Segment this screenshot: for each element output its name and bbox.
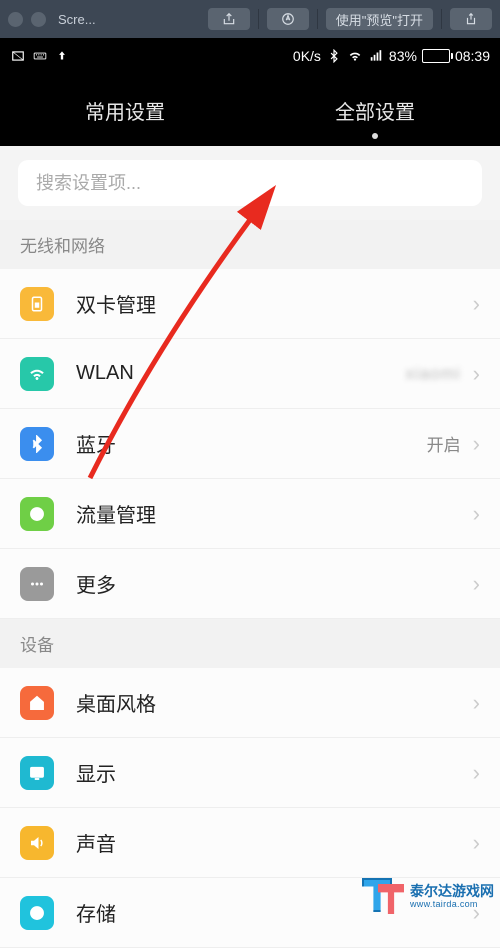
markup-button[interactable] xyxy=(267,8,309,30)
settings-item-wlan[interactable]: WLAN xiaomi › xyxy=(0,339,500,409)
mac-toolbar: Scre... 使用"预览"打开 xyxy=(0,0,500,38)
phone-screen: 0K/s 83% 08:39 常用设置 全部设置 无线和网络 双卡管理 › WL… xyxy=(0,38,500,928)
toolbar-divider xyxy=(441,9,442,29)
settings-item-display[interactable]: 显示 › xyxy=(0,738,500,808)
chevron-right-icon: › xyxy=(473,760,480,786)
toolbar-divider xyxy=(258,9,259,29)
display-icon xyxy=(20,756,54,790)
home-icon xyxy=(20,686,54,720)
upload-icon xyxy=(54,49,70,63)
battery-icon xyxy=(422,49,450,63)
item-label: WLAN xyxy=(76,362,406,385)
wifi-icon xyxy=(20,357,54,391)
android-status-bar: 0K/s 83% 08:39 xyxy=(0,38,500,74)
section-header-wireless: 无线和网络 xyxy=(0,220,500,269)
settings-item-data-usage[interactable]: 流量管理 › xyxy=(0,479,500,549)
data-icon xyxy=(20,497,54,531)
bluetooth-icon xyxy=(20,427,54,461)
settings-item-sound[interactable]: 声音 › xyxy=(0,808,500,878)
item-label: 蓝牙 xyxy=(76,429,427,458)
section-header-device: 设备 xyxy=(0,619,500,668)
bluetooth-status-icon xyxy=(326,49,342,63)
watermark: 泰尔达游戏网 www.tairda.com xyxy=(362,878,494,916)
watermark-logo-icon xyxy=(362,878,406,916)
watermark-cn: 泰尔达游戏网 xyxy=(410,884,494,899)
wifi-status-icon xyxy=(347,49,363,63)
window-title: Scre... xyxy=(58,12,200,27)
export-button[interactable] xyxy=(450,8,492,30)
chevron-right-icon: › xyxy=(473,571,480,597)
item-label: 更多 xyxy=(76,569,473,598)
keyboard-icon xyxy=(32,49,48,63)
chevron-right-icon: › xyxy=(473,291,480,317)
item-label: 声音 xyxy=(76,828,473,857)
share-button[interactable] xyxy=(208,8,250,30)
open-preview-button[interactable]: 使用"预览"打开 xyxy=(326,8,433,30)
item-label: 桌面风格 xyxy=(76,688,473,717)
sound-icon xyxy=(20,826,54,860)
sim-icon xyxy=(20,287,54,321)
item-value: 开启 xyxy=(427,431,461,456)
more-icon xyxy=(20,567,54,601)
chevron-right-icon: › xyxy=(473,361,480,387)
settings-item-more[interactable]: 更多 › xyxy=(0,549,500,619)
close-window-icon[interactable] xyxy=(8,12,23,27)
settings-header: 常用设置 全部设置 xyxy=(0,74,500,146)
settings-item-bluetooth[interactable]: 蓝牙 开启 › xyxy=(0,409,500,479)
chevron-right-icon: › xyxy=(473,431,480,457)
watermark-en: www.tairda.com xyxy=(410,900,494,910)
chevron-right-icon: › xyxy=(473,501,480,527)
signal-icon xyxy=(368,49,384,63)
network-speed: 0K/s xyxy=(293,48,321,64)
status-time: 08:39 xyxy=(455,48,490,64)
storage-icon xyxy=(20,896,54,930)
item-label: 显示 xyxy=(76,758,473,787)
screenshot-icon xyxy=(10,49,26,63)
search-input[interactable] xyxy=(18,160,482,206)
toolbar-divider xyxy=(317,9,318,29)
search-container xyxy=(0,146,500,220)
item-label: 双卡管理 xyxy=(76,289,473,318)
item-label: 流量管理 xyxy=(76,499,473,528)
battery-percent: 83% xyxy=(389,48,417,64)
settings-item-home-style[interactable]: 桌面风格 › xyxy=(0,668,500,738)
settings-item-dual-sim[interactable]: 双卡管理 › xyxy=(0,269,500,339)
minimize-window-icon[interactable] xyxy=(31,12,46,27)
tab-common-settings[interactable]: 常用设置 xyxy=(65,86,185,135)
chevron-right-icon: › xyxy=(473,830,480,856)
chevron-right-icon: › xyxy=(473,690,480,716)
tab-all-settings[interactable]: 全部设置 xyxy=(315,86,435,135)
item-value: xiaomi xyxy=(406,364,461,384)
